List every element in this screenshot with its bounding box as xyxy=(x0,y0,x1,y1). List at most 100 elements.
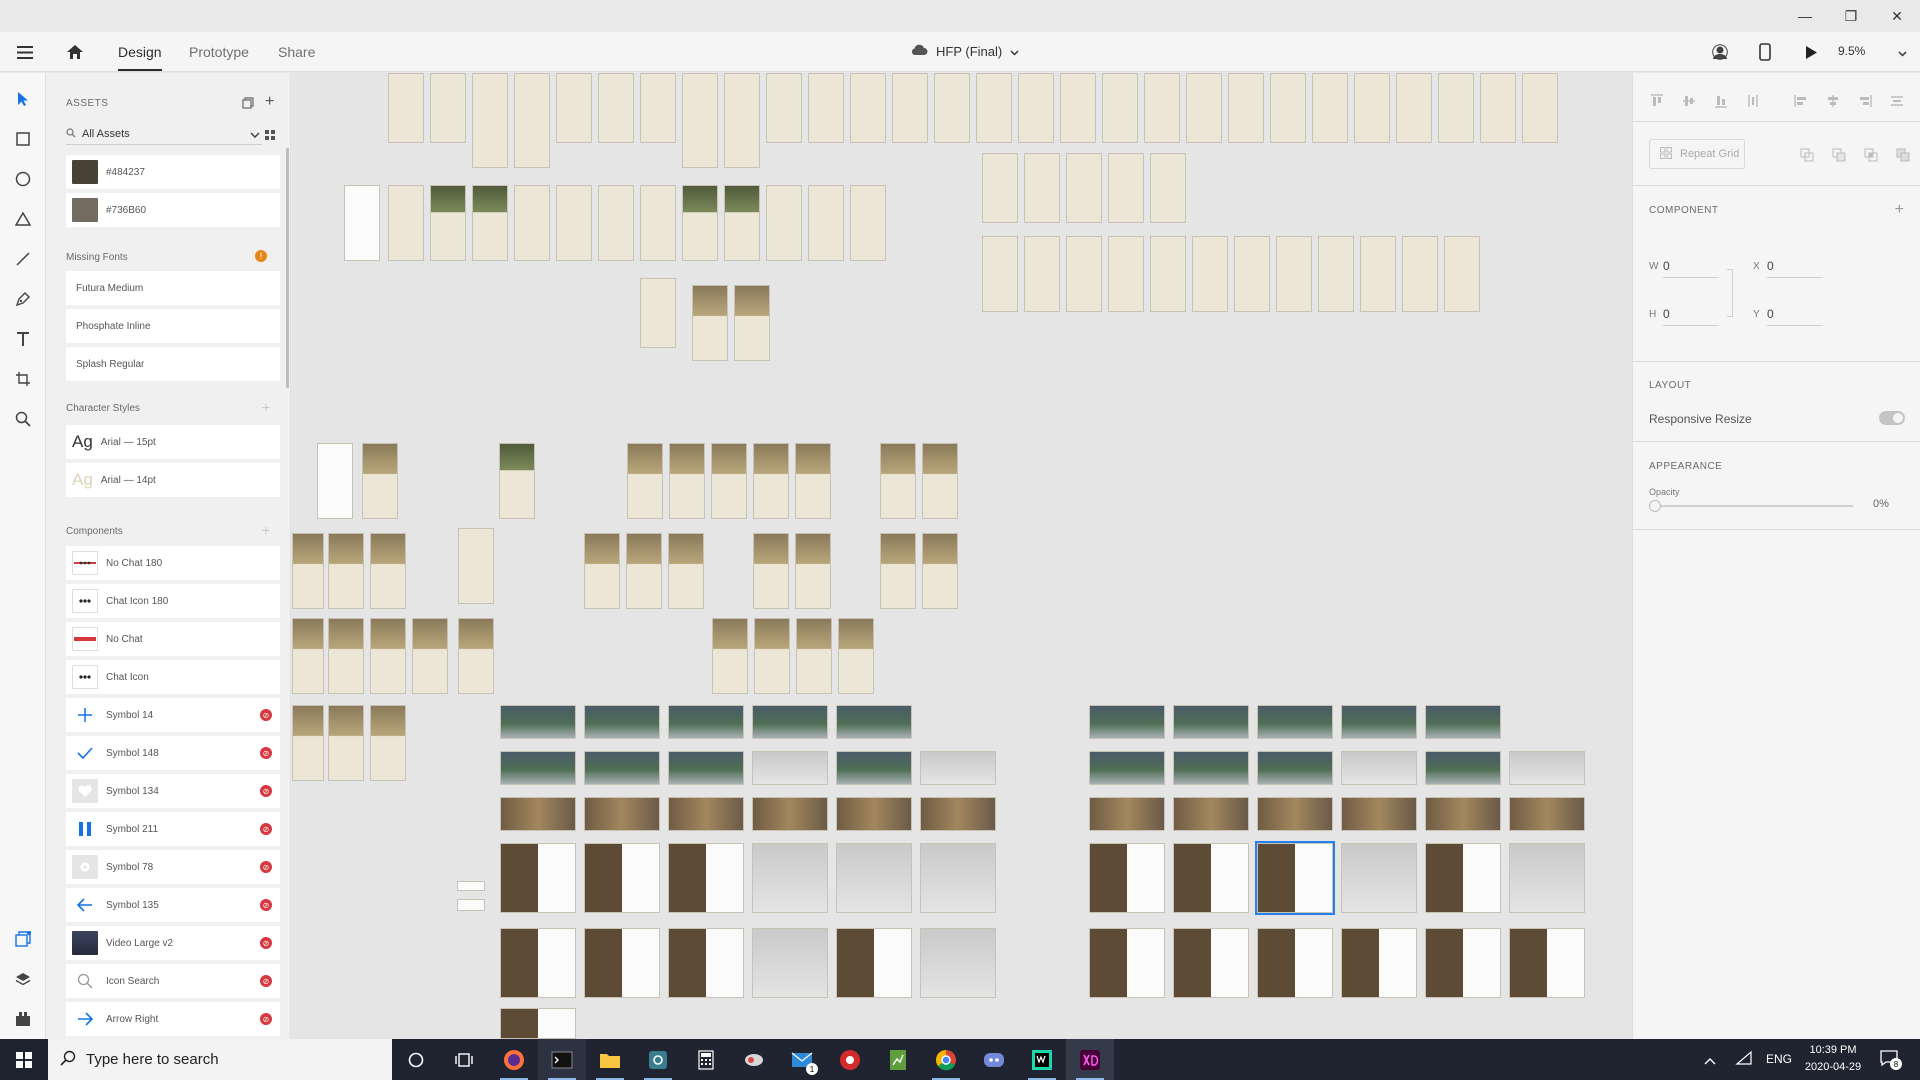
component-row[interactable]: No Chat 180 xyxy=(66,546,280,580)
missing-font-row[interactable]: Phosphate Inline xyxy=(66,309,280,343)
align-center-icon[interactable] xyxy=(1825,93,1841,109)
layers-panel-icon[interactable] xyxy=(11,967,35,991)
artboard[interactable] xyxy=(499,443,535,519)
artboard[interactable] xyxy=(500,928,576,998)
artboard[interactable] xyxy=(292,533,324,609)
artboard[interactable] xyxy=(669,443,705,519)
character-style-row[interactable]: Ag Arial — 15pt xyxy=(66,425,280,459)
artboard[interactable] xyxy=(668,797,744,831)
artboard[interactable] xyxy=(317,443,353,519)
file-explorer-icon[interactable] xyxy=(586,1039,634,1080)
artboard-selected[interactable] xyxy=(1255,841,1335,915)
align-bottom-icon[interactable] xyxy=(1713,93,1729,109)
artboard[interactable] xyxy=(668,751,744,785)
artboard[interactable] xyxy=(766,185,802,261)
home-icon[interactable] xyxy=(63,40,87,64)
firefox-icon[interactable] xyxy=(490,1039,538,1080)
artboard[interactable] xyxy=(1173,751,1249,785)
assets-filter[interactable]: All Assets xyxy=(66,123,262,145)
tab-design[interactable]: Design xyxy=(118,44,162,71)
artboard[interactable] xyxy=(500,1008,576,1039)
responsive-resize-toggle[interactable] xyxy=(1879,411,1905,425)
artboard[interactable] xyxy=(640,278,676,348)
artboard[interactable] xyxy=(627,443,663,519)
align-left-icon[interactable] xyxy=(1793,93,1809,109)
artboard[interactable] xyxy=(922,533,958,609)
artboard[interactable] xyxy=(1173,705,1249,739)
document-title-group[interactable]: HFP (Final) xyxy=(910,44,1019,59)
distribute-horizontal-icon[interactable] xyxy=(1889,93,1905,109)
align-middle-icon[interactable] xyxy=(1681,93,1697,109)
tab-prototype[interactable]: Prototype xyxy=(189,44,249,60)
artboard[interactable] xyxy=(1089,751,1165,785)
component-row[interactable]: Symbol 148 ⊘ xyxy=(66,736,280,770)
artboard[interactable] xyxy=(934,73,970,143)
artboard[interactable] xyxy=(412,618,448,694)
artboard[interactable] xyxy=(500,705,576,739)
add-asset-icon[interactable]: + xyxy=(265,93,274,111)
spreadsheet-icon[interactable] xyxy=(874,1039,922,1080)
broken-link-icon[interactable]: ⊘ xyxy=(260,709,272,721)
minimize-button[interactable]: — xyxy=(1782,0,1828,32)
artboard[interactable] xyxy=(1341,705,1417,739)
artboard[interactable] xyxy=(598,185,634,261)
artboard[interactable] xyxy=(370,533,406,609)
artboard[interactable] xyxy=(1089,797,1165,831)
artboard[interactable] xyxy=(1341,797,1417,831)
artboard[interactable] xyxy=(1402,236,1438,312)
artboard[interactable] xyxy=(1150,236,1186,312)
artboard[interactable] xyxy=(1173,797,1249,831)
artboard[interactable] xyxy=(500,843,576,913)
y-field[interactable]: 0 xyxy=(1767,307,1823,326)
artboard[interactable] xyxy=(1192,236,1228,312)
artboard-tool-icon[interactable] xyxy=(11,367,35,391)
wifi-icon[interactable] xyxy=(1735,1050,1753,1071)
artboard[interactable] xyxy=(500,797,576,831)
artboard[interactable] xyxy=(711,443,747,519)
artboard[interactable] xyxy=(920,797,996,831)
artboard[interactable] xyxy=(584,533,620,609)
terminal-icon[interactable] xyxy=(538,1039,586,1080)
artboard[interactable] xyxy=(556,73,592,143)
artboard[interactable] xyxy=(836,751,912,785)
language-indicator[interactable]: ENG xyxy=(1766,1052,1792,1066)
calculator-icon[interactable] xyxy=(682,1039,730,1080)
artboard[interactable] xyxy=(1257,797,1333,831)
artboard[interactable] xyxy=(668,843,744,913)
artboard[interactable] xyxy=(753,533,789,609)
artboard[interactable] xyxy=(370,705,406,781)
media-player-icon[interactable] xyxy=(826,1039,874,1080)
artboard[interactable] xyxy=(808,73,844,143)
opacity-slider-handle[interactable] xyxy=(1649,500,1661,512)
artboard[interactable] xyxy=(1425,751,1501,785)
artboard[interactable] xyxy=(1522,73,1558,143)
artboard[interactable] xyxy=(1257,705,1333,739)
width-field[interactable]: 0 xyxy=(1663,259,1719,278)
artboard[interactable] xyxy=(754,618,790,694)
artboard[interactable] xyxy=(682,73,718,168)
lock-aspect-bracket[interactable] xyxy=(1727,269,1733,317)
plugins-panel-icon[interactable] xyxy=(11,1007,35,1031)
artboard[interactable] xyxy=(584,928,660,998)
warning-icon[interactable]: ! xyxy=(255,250,267,262)
artboard[interactable] xyxy=(1066,236,1102,312)
artboard[interactable] xyxy=(1354,73,1390,143)
artboard[interactable] xyxy=(328,533,364,609)
artboard[interactable] xyxy=(457,899,485,911)
boolean-exclude-icon[interactable] xyxy=(1895,147,1911,163)
assets-scrollbar[interactable] xyxy=(286,148,289,388)
artboard[interactable] xyxy=(1438,73,1474,143)
artboard[interactable] xyxy=(766,73,802,143)
artboard[interactable] xyxy=(1024,153,1060,223)
artboard[interactable] xyxy=(1173,843,1249,913)
mail-icon[interactable]: 1 xyxy=(778,1039,826,1080)
artboard[interactable] xyxy=(598,73,634,143)
rectangle-tool-icon[interactable] xyxy=(11,127,35,151)
artboard[interactable] xyxy=(1257,751,1333,785)
app-gear-icon[interactable] xyxy=(634,1039,682,1080)
artboard[interactable] xyxy=(1444,236,1480,312)
missing-font-row[interactable]: Splash Regular xyxy=(66,347,280,381)
component-row[interactable]: Video Large v2 ⊘ xyxy=(66,926,280,960)
broken-link-icon[interactable]: ⊘ xyxy=(260,785,272,797)
missing-font-row[interactable]: Futura Medium xyxy=(66,271,280,305)
